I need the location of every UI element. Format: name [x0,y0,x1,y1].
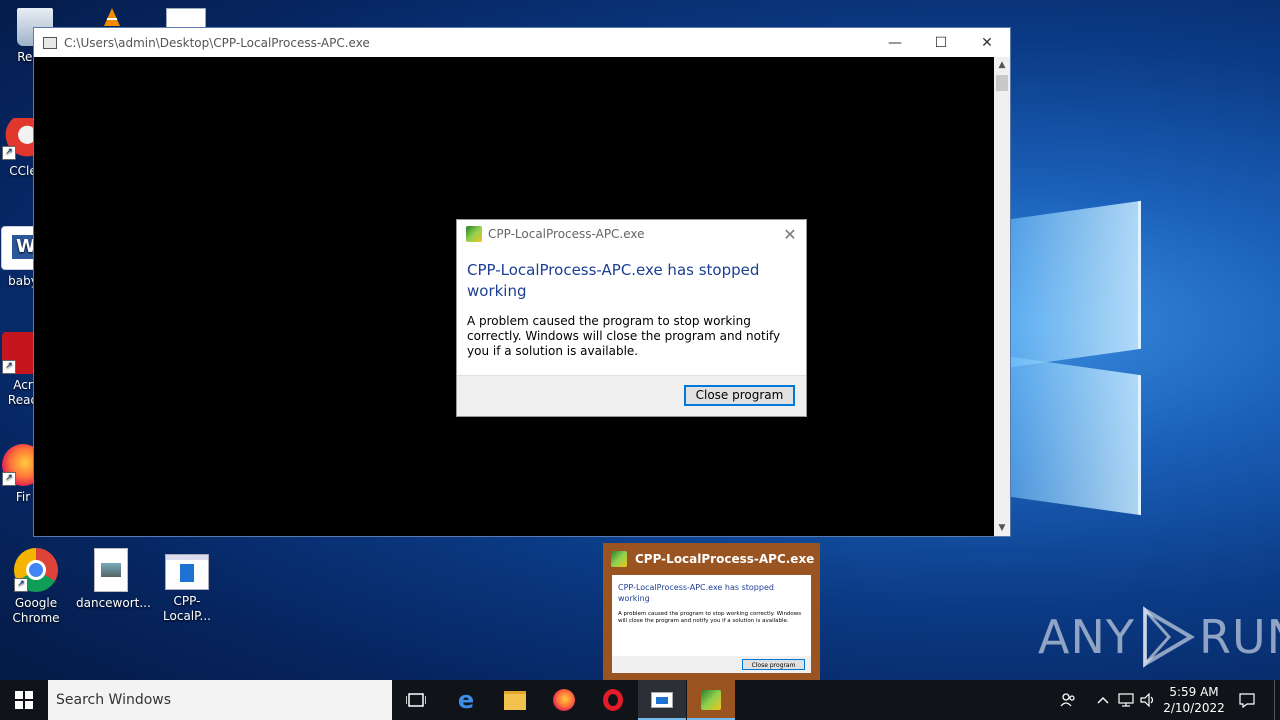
dialog-titlebar[interactable]: CPP-LocalProcess-APC.exe ✕ [457,220,806,248]
people-icon [1060,693,1075,707]
thumbnail-dialog-preview: CPP-LocalProcess-APC.exe has stopped wor… [612,575,811,673]
network-icon [1118,693,1134,707]
console-app-icon [43,36,57,49]
console-title: C:\Users\admin\Desktop\CPP-LocalProcess-… [64,35,370,50]
thumbnail-title: CPP-LocalProcess-APC.exe [635,552,815,566]
thumbnail-close-program-button: Close program [742,659,805,670]
opera-icon [603,689,623,711]
app-icon [701,690,721,710]
action-center-button[interactable] [1236,680,1258,720]
close-program-button[interactable]: Close program [684,385,795,406]
chevron-up-icon [1097,697,1109,704]
dialog-title: CPP-LocalProcess-APC.exe [488,227,645,241]
shortcut-arrow-icon: ↗ [2,360,16,374]
console-app-icon [651,692,673,708]
desktop-icon-chrome[interactable]: ↗ Google Chrome [1,548,71,626]
search-placeholder: Search Windows [56,692,172,708]
folder-icon [504,690,526,710]
shortcut-arrow-icon: ↗ [14,578,28,592]
scroll-thumb[interactable] [996,75,1008,91]
taskbar-error-reporting[interactable] [687,680,735,720]
exe-icon [165,554,209,590]
taskbar-thumbnail-preview[interactable]: CPP-LocalProcess-APC.exe CPP-LocalProces… [603,543,820,680]
error-dialog[interactable]: CPP-LocalProcess-APC.exe ✕ CPP-LocalProc… [456,219,807,417]
dialog-heading: CPP-LocalProcess-APC.exe has stopped wor… [467,261,760,300]
windows-logo-wallpaper [830,180,1280,520]
search-box[interactable]: Search Windows [48,680,392,720]
volume-icon [1140,693,1154,707]
close-button[interactable]: ✕ [964,28,1010,57]
task-view-button[interactable] [392,680,440,720]
show-desktop-button[interactable] [1274,680,1280,720]
volume-button[interactable] [1138,680,1158,720]
chrome-icon: ↗ [14,548,58,592]
show-hidden-icons-button[interactable] [1094,680,1112,720]
taskbar-edge[interactable]: e [442,680,490,720]
scroll-down-arrow-icon[interactable]: ▼ [994,520,1010,536]
taskbar-firefox[interactable] [540,680,588,720]
desktop-icon-dancewort[interactable]: dancewort... [76,548,151,611]
taskbar-opera[interactable] [589,680,637,720]
windows-start-icon [15,691,33,709]
dialog-close-icon[interactable]: ✕ [774,225,806,244]
task-view-icon [406,693,426,707]
clock-date: 2/10/2022 [1163,701,1225,715]
shortcut-arrow-icon: ↗ [2,472,16,486]
anyrun-watermark: ANY RUN [1038,606,1280,668]
dialog-footer: Close program [457,375,806,416]
console-titlebar[interactable]: C:\Users\admin\Desktop\CPP-LocalProcess-… [34,28,1010,57]
desktop-icon-cpp-exe[interactable]: CPP-LocalP... [152,548,222,624]
app-icon [611,551,627,567]
vertical-scrollbar[interactable]: ▲ ▼ [994,57,1010,536]
play-logo-icon [1142,606,1195,668]
edge-icon: e [457,686,475,714]
firefox-icon [553,689,575,711]
scroll-up-arrow-icon[interactable]: ▲ [994,57,1010,73]
people-button[interactable] [1056,680,1080,720]
taskbar-file-explorer[interactable] [491,680,539,720]
start-button[interactable] [0,680,48,720]
image-file-icon [94,548,128,592]
network-button[interactable] [1116,680,1136,720]
taskbar-console-window[interactable] [638,680,686,720]
maximize-button[interactable]: ☐ [918,28,964,57]
clock-time: 5:59 AM [1169,685,1219,699]
thumbnail-message: A problem caused the program to stop wor… [618,611,802,624]
thumbnail-heading: CPP-LocalProcess-APC.exe has stopped wor… [618,583,774,603]
shortcut-arrow-icon: ↗ [2,146,16,160]
minimize-button[interactable]: — [872,28,918,57]
app-icon [466,226,482,242]
taskbar: Search Windows e 5:59 AM 2/10/2022 [0,680,1280,720]
system-clock[interactable]: 5:59 AM 2/10/2022 [1158,684,1230,716]
notification-icon [1239,692,1255,708]
dialog-message: A problem caused the program to stop wor… [467,314,781,358]
vlc-icon[interactable] [104,8,120,26]
document-icon[interactable] [166,8,206,28]
